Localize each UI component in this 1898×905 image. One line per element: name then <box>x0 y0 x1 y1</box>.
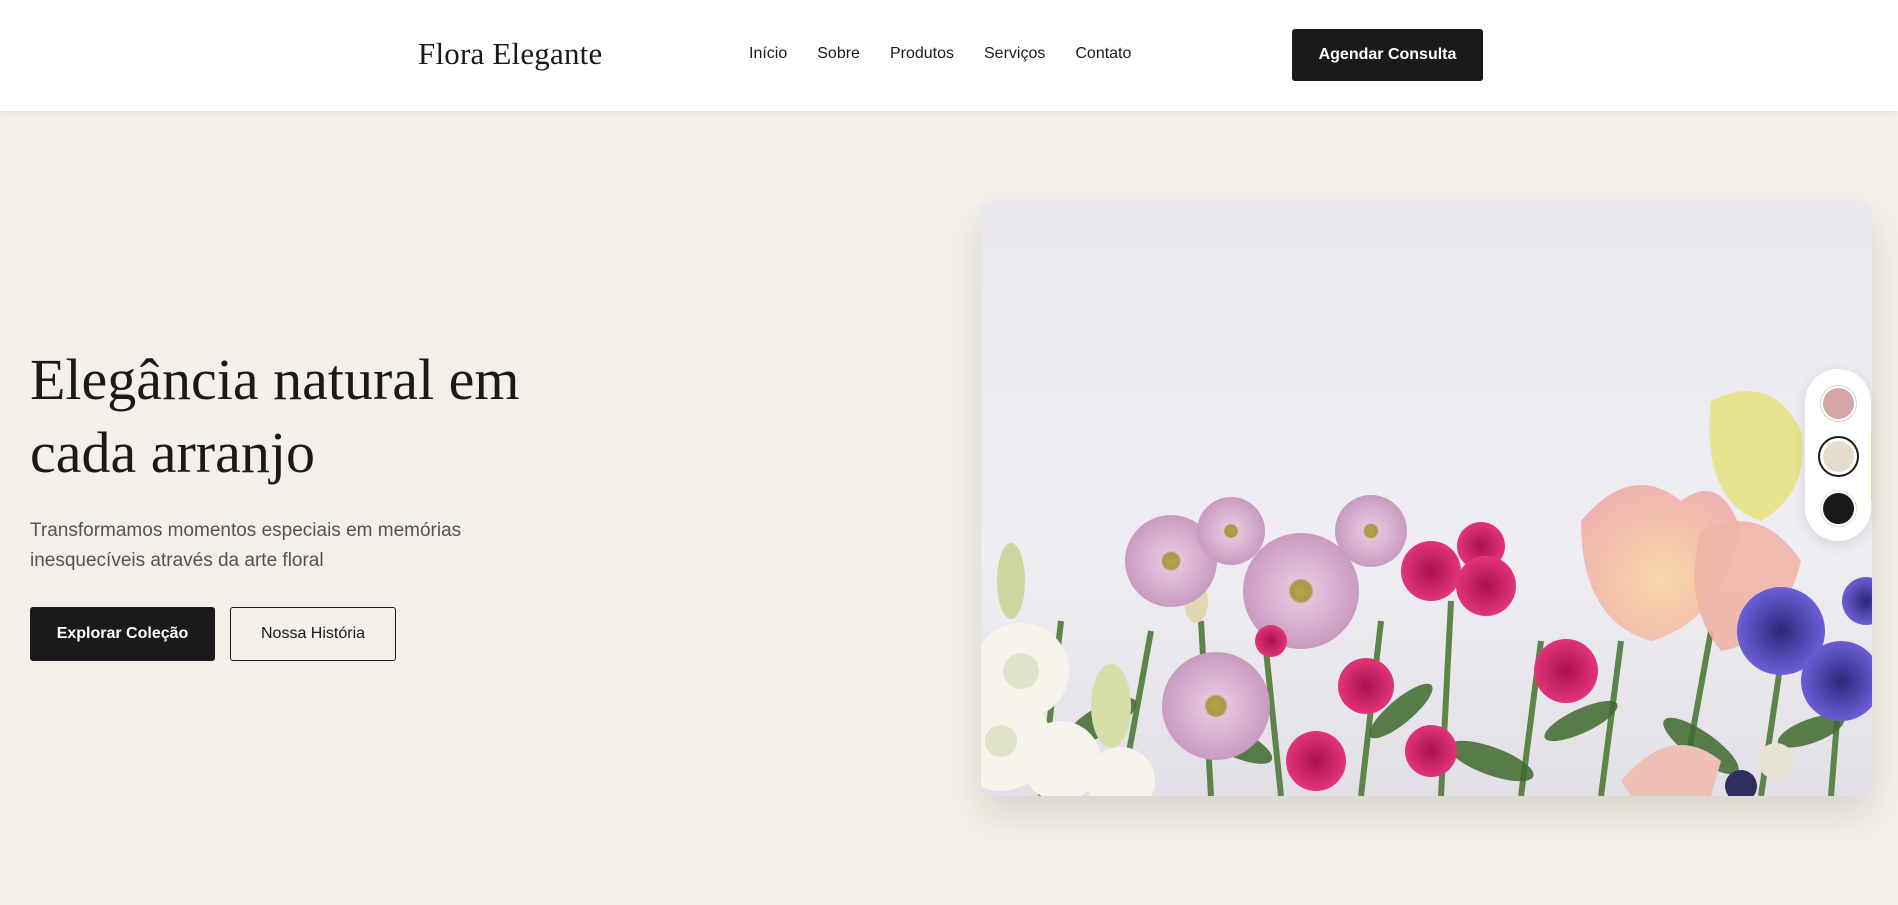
schedule-consultation-button[interactable]: Agendar Consulta <box>1292 29 1483 81</box>
nav-link-contato[interactable]: Contato <box>1075 44 1131 64</box>
explore-collection-button[interactable]: Explorar Coleção <box>30 607 215 661</box>
swatch-black[interactable] <box>1823 493 1854 524</box>
nav-link-inicio[interactable]: Início <box>749 44 787 64</box>
hero-title: Elegância natural em cada arranjo <box>30 347 520 485</box>
hero-image <box>981 201 1872 796</box>
main-nav: Início Sobre Produtos Serviços Contato <box>749 44 1131 64</box>
site-header: Flora Elegante Início Sobre Produtos Ser… <box>0 0 1898 111</box>
hero-subtitle: Transformamos momentos especiais em memó… <box>30 520 462 571</box>
theme-color-picker <box>1805 369 1871 541</box>
nav-link-servicos[interactable]: Serviços <box>984 44 1045 64</box>
swatch-rose[interactable] <box>1823 388 1854 419</box>
our-story-button[interactable]: Nossa História <box>230 607 396 661</box>
flower-bouquet-photo-icon <box>981 201 1872 796</box>
swatch-beige[interactable] <box>1823 441 1854 472</box>
nav-link-sobre[interactable]: Sobre <box>817 44 860 64</box>
nav-link-produtos[interactable]: Produtos <box>890 44 954 64</box>
logo[interactable]: Flora Elegante <box>418 36 602 72</box>
